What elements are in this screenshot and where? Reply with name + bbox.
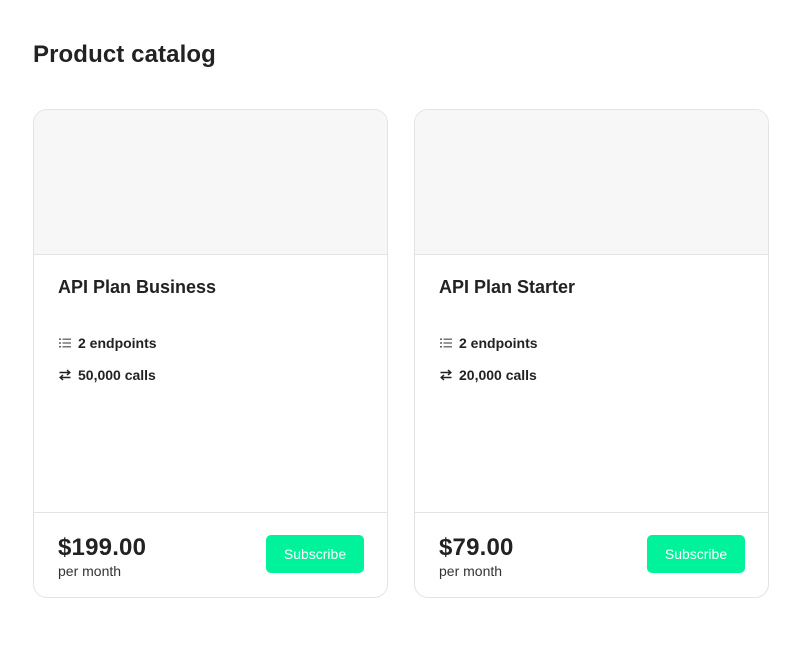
- swap-arrows-icon: [440, 369, 452, 381]
- swap-arrows-icon: [59, 369, 71, 381]
- subscribe-button[interactable]: Subscribe: [266, 535, 364, 573]
- billing-period: per month: [439, 563, 503, 579]
- feature-calls: 20,000 calls: [439, 365, 537, 385]
- list-icon: [59, 338, 71, 348]
- subscribe-button[interactable]: Subscribe: [647, 535, 745, 573]
- product-image-placeholder: [34, 110, 387, 255]
- product-name: API Plan Starter: [439, 277, 576, 297]
- list-icon: [440, 338, 452, 348]
- feature-endpoints: 2 endpoints: [58, 333, 157, 353]
- page-title: Product catalog: [33, 41, 216, 68]
- price: $79.00: [439, 534, 514, 561]
- billing-period: per month: [58, 563, 122, 579]
- product-card: API Plan Starter 2 endpoints 20,000 call…: [414, 109, 769, 598]
- feature-calls: 50,000 calls: [58, 365, 156, 385]
- feature-text: 2 endpoints: [459, 335, 538, 351]
- feature-endpoints: 2 endpoints: [439, 333, 538, 353]
- product-name: API Plan Business: [58, 277, 217, 297]
- feature-text: 20,000 calls: [459, 367, 537, 383]
- card-footer: $79.00 per month Subscribe: [415, 512, 768, 597]
- feature-text: 2 endpoints: [78, 335, 157, 351]
- product-card: API Plan Business 2 endpoints 50,000 cal…: [33, 109, 388, 598]
- product-image-placeholder: [415, 110, 768, 255]
- feature-text: 50,000 calls: [78, 367, 156, 383]
- card-footer: $199.00 per month Subscribe: [34, 512, 387, 597]
- price: $199.00: [58, 534, 147, 561]
